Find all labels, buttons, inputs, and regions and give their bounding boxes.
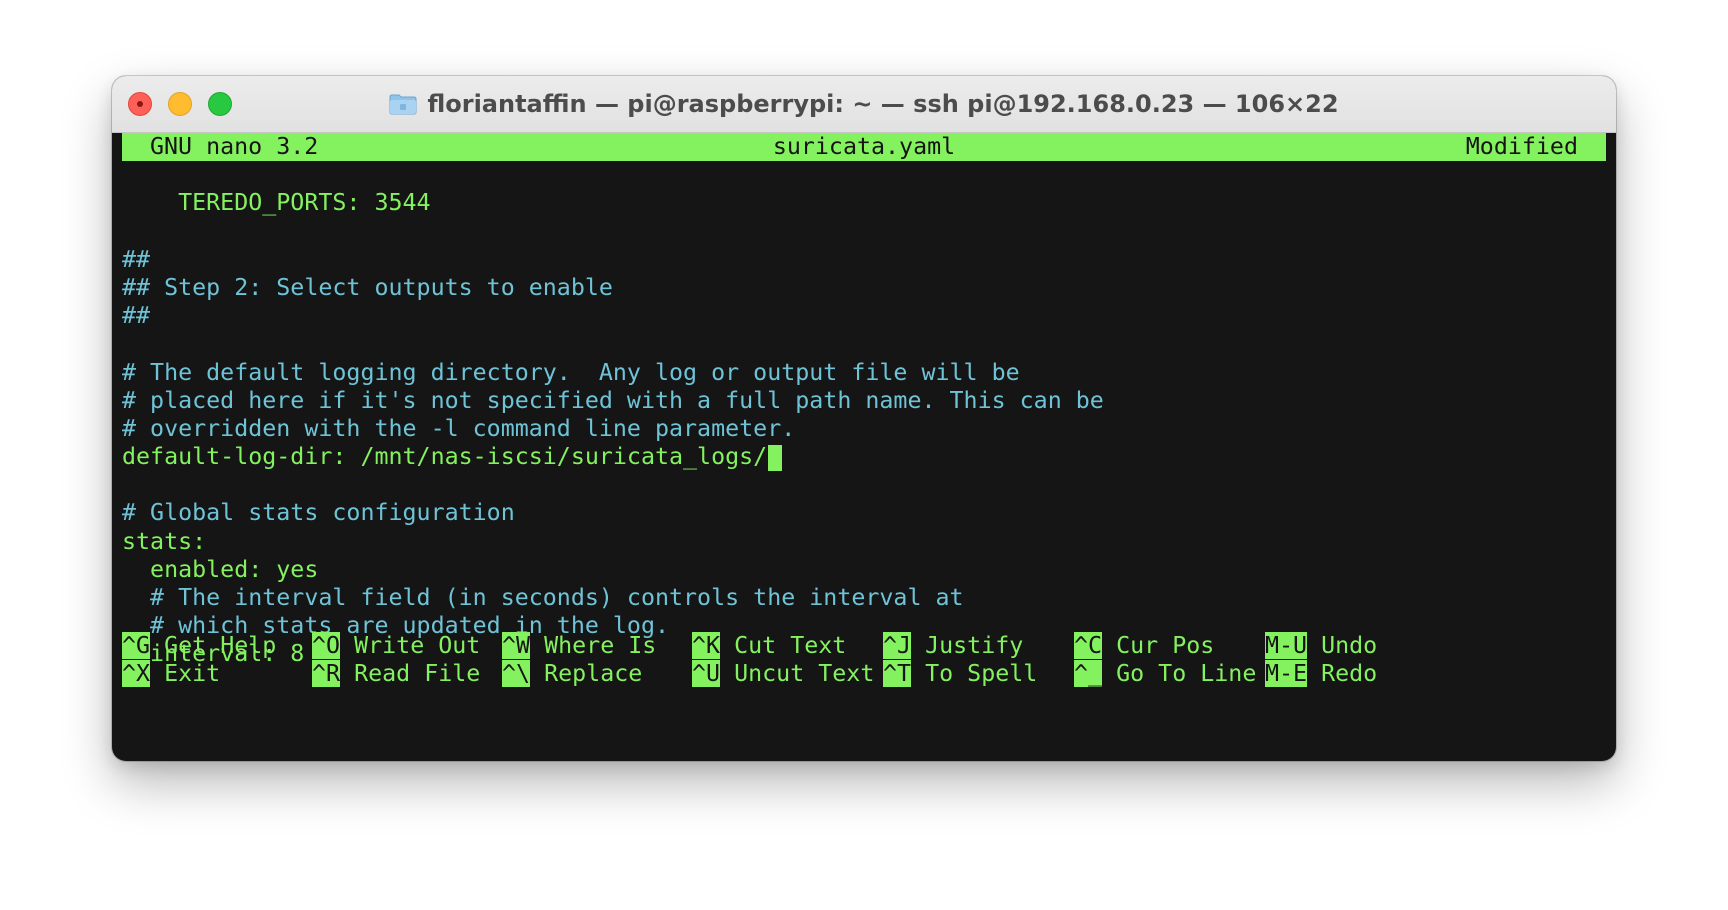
shortcut-label: Exit xyxy=(150,660,221,688)
shortcut-label: To Spell xyxy=(911,660,1038,688)
editor-line: # The interval field (in seconds) contro… xyxy=(122,584,1606,612)
editor-line-text: default-log-dir: /mnt/nas-iscsi/suricata… xyxy=(122,443,768,471)
shortcut-item[interactable]: M-U Undo xyxy=(1265,632,1377,660)
editor-line: TEREDO_PORTS: 3544 xyxy=(122,189,1606,217)
shortcut-row-1: ^G Get Help ^O Write Out ^W Where Is ^K Cut… xyxy=(122,632,1606,660)
nano-title-bar: GNU nano 3.2 suricata.yaml Modified xyxy=(122,133,1606,162)
shortcut-item[interactable]: ^G Get Help xyxy=(122,632,276,660)
editor-line: ## Step 2: Select outputs to enable xyxy=(122,274,1606,302)
shortcut-row-2: ^X Exit ^R Read File ^\ Replace ^U Uncut Te… xyxy=(122,660,1606,688)
editor-line: # overridden with the -l command line pa… xyxy=(122,415,1606,443)
shortcut-label: Cur Pos xyxy=(1102,632,1215,659)
editor-line-text: # overridden with the -l command line pa… xyxy=(122,414,796,442)
shortcut-label: Undo xyxy=(1307,632,1378,659)
shortcut-key: ^J xyxy=(883,632,912,659)
editor-area[interactable]: TEREDO_PORTS: 3544 #### Step 2: Select ou… xyxy=(122,161,1606,697)
shortcut-item[interactable]: ^R Read File xyxy=(312,660,480,688)
editor-line-text: # The interval field (in seconds) contro… xyxy=(122,584,964,611)
editor-line-text: ## Step 2: Select outputs to enable xyxy=(122,273,613,301)
text-cursor xyxy=(768,444,783,471)
editor-line-text: # The default logging directory. Any log… xyxy=(122,358,1020,386)
shortcut-item[interactable]: ^U Uncut Text xyxy=(692,660,874,688)
nano-modified-status: Modified xyxy=(1465,133,1578,160)
shortcut-key: ^\ xyxy=(502,660,531,688)
shortcut-key: ^O xyxy=(312,632,341,659)
editor-line: # placed here if it's not specified with… xyxy=(122,387,1606,415)
editor-line: stats: xyxy=(122,528,1606,556)
shortcut-item[interactable]: ^J Justify xyxy=(883,632,1023,660)
editor-line: ## xyxy=(122,302,1606,330)
shortcut-item[interactable]: ^K Cut Text xyxy=(692,632,846,660)
shortcut-label: Get Help xyxy=(150,632,277,659)
nano-filename: suricata.yaml xyxy=(772,133,956,160)
shortcut-label: Write Out xyxy=(340,632,481,659)
shortcut-item[interactable]: ^O Write Out xyxy=(312,632,480,660)
terminal-window: floriantaffin — pi@raspberrypi: ~ — ssh … xyxy=(112,76,1616,761)
editor-line-text: # Global stats configuration xyxy=(122,499,515,527)
shortcut-key: M-E xyxy=(1265,660,1308,688)
shortcut-key: ^G xyxy=(122,632,151,659)
editor-line: enabled: yes xyxy=(122,556,1606,584)
shortcut-item[interactable]: ^C Cur Pos xyxy=(1074,632,1214,660)
shortcut-key: ^_ xyxy=(1074,660,1103,688)
editor-line-text: ## xyxy=(122,302,151,330)
shortcut-label: Redo xyxy=(1307,660,1378,688)
window-title: floriantaffin — pi@raspberrypi: ~ — ssh … xyxy=(112,76,1616,132)
shortcut-item[interactable]: ^_ Go To Line xyxy=(1074,660,1256,688)
shortcut-item[interactable]: ^\ Replace xyxy=(502,660,642,688)
terminal-content[interactable]: GNU nano 3.2 suricata.yaml Modified TERE… xyxy=(122,133,1606,697)
shortcut-label: Justify xyxy=(911,632,1024,659)
shortcut-key: ^K xyxy=(692,632,721,659)
shortcut-item[interactable]: ^T To Spell xyxy=(883,660,1037,688)
editor-line-text: # placed here if it's not specified with… xyxy=(122,386,1104,414)
shortcut-label: Cut Text xyxy=(720,632,847,659)
shortcut-item[interactable]: ^X Exit xyxy=(122,660,220,688)
editor-line: ## xyxy=(122,246,1606,274)
nano-shortcut-bar: ^G Get Help ^O Write Out ^W Where Is ^K Cut… xyxy=(122,632,1606,688)
shortcut-key: ^U xyxy=(692,660,721,688)
editor-line: # The default logging directory. Any log… xyxy=(122,359,1606,387)
shortcut-key: ^C xyxy=(1074,632,1103,659)
folder-icon xyxy=(389,94,417,115)
shortcut-item[interactable]: M-E Redo xyxy=(1265,660,1377,688)
shortcut-key: ^R xyxy=(312,660,341,688)
shortcut-label: Uncut Text xyxy=(720,660,875,688)
shortcut-key: ^W xyxy=(502,632,531,659)
window-title-text: floriantaffin — pi@raspberrypi: ~ — ssh … xyxy=(427,90,1339,118)
shortcut-key: ^X xyxy=(122,660,151,688)
shortcut-label: Replace xyxy=(530,660,643,688)
title-bar[interactable]: floriantaffin — pi@raspberrypi: ~ — ssh … xyxy=(112,76,1616,133)
shortcut-key: ^T xyxy=(883,660,912,688)
shortcut-item[interactable]: ^W Where Is xyxy=(502,632,656,660)
editor-line-text: stats: xyxy=(122,527,207,555)
editor-line: # Global stats configuration xyxy=(122,499,1606,527)
shortcut-label: Go To Line xyxy=(1102,660,1257,688)
editor-line-text: enabled: yes xyxy=(122,555,319,583)
shortcut-label: Where Is xyxy=(530,632,657,659)
shortcut-label: Read File xyxy=(340,660,481,688)
editor-line: default-log-dir: /mnt/nas-iscsi/suricata… xyxy=(122,443,1606,471)
shortcut-key: M-U xyxy=(1265,632,1308,659)
